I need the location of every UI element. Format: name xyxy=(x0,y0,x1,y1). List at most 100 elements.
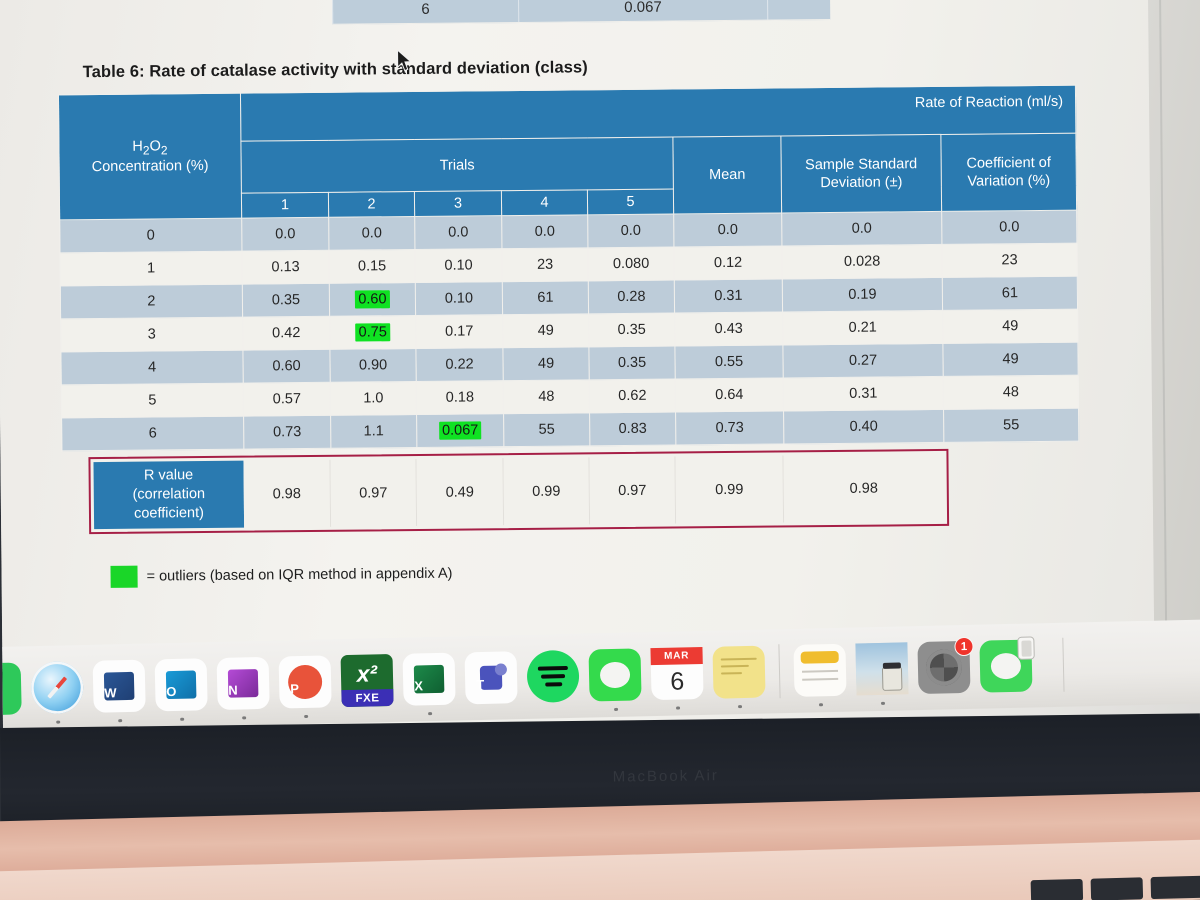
cell-trial-5: 0.62 xyxy=(589,379,676,413)
app-glyph-icon: X xyxy=(403,653,456,706)
app-initial-label: T xyxy=(476,676,485,693)
cell-trial-4: 49 xyxy=(502,313,589,348)
sticky-note-lines-icon xyxy=(720,657,757,675)
cell-trial-1: 0.73 xyxy=(243,415,331,450)
icon-shape xyxy=(537,666,568,671)
laptop-screen: 6 0.067 Table 6: Rate of catalase activit… xyxy=(0,0,1200,738)
finder-dock-icon[interactable] xyxy=(0,662,22,716)
header-cv-text: Coefficient of Variation (%) xyxy=(966,154,1051,190)
cell-trial-3: 0.22 xyxy=(415,347,504,382)
microsoft-outlook-dock-icon[interactable]: O xyxy=(154,658,208,721)
microsoft-teams-dock-icon[interactable]: T xyxy=(464,651,518,705)
app-running-indicator xyxy=(56,720,60,724)
cell-mean: 0.0 xyxy=(673,213,782,248)
cell-trial-2: 0.60 xyxy=(329,282,416,317)
dock-separator xyxy=(778,644,781,699)
header-trial-4: 4 xyxy=(501,189,588,216)
icon-shape xyxy=(541,674,566,679)
cell-sample-standard-deviation: 0.31 xyxy=(783,376,944,412)
x-squared-icon: x² xyxy=(356,659,378,687)
microsoft-onenote-dock-icon[interactable]: N xyxy=(216,656,270,720)
r-value-trial-5: 0.97 xyxy=(589,456,677,525)
microsoft-word-dock-icon[interactable]: W xyxy=(92,659,146,723)
cell-coefficient-of-variation: 48 xyxy=(943,375,1079,410)
outlier-legend: = outliers (based on IQR method in appen… xyxy=(110,563,453,588)
icon-shape xyxy=(801,669,839,673)
r-value-label-line1: R value xyxy=(143,466,194,484)
calendar-dock-icon[interactable]: MAR 6 xyxy=(650,646,704,710)
header-sd-text: Sample Standard Deviation (±) xyxy=(805,156,918,192)
cell-trial-1: 0.60 xyxy=(242,349,331,384)
r-value-trial-4: 0.99 xyxy=(503,457,591,526)
cell-mean: 0.12 xyxy=(673,246,783,281)
microsoft-powerpoint-dock-icon[interactable]: P xyxy=(278,655,332,719)
spotify-waves-icon xyxy=(526,650,579,703)
app-glyph-icon: N xyxy=(217,657,270,710)
legend-green-swatch xyxy=(110,565,138,588)
microsoft-excel-dock-icon[interactable]: X xyxy=(402,652,456,716)
previous-row-cell: 6 xyxy=(332,0,519,24)
cell-mean: 0.43 xyxy=(674,312,783,347)
cell-trial-5: 0.28 xyxy=(588,280,675,314)
cell-trial-2: 0.15 xyxy=(328,249,416,284)
cell-mean: 0.31 xyxy=(674,279,783,314)
app-running-indicator xyxy=(880,701,885,705)
system-settings-dock-icon[interactable]: 1 xyxy=(917,636,974,695)
calendar-day-number: 6 xyxy=(669,666,685,696)
cell-trial-5: 0.35 xyxy=(588,313,675,347)
app-running-indicator xyxy=(818,702,823,707)
app-running-indicator xyxy=(428,711,432,716)
header-trial-1: 1 xyxy=(241,192,329,219)
icon-shape xyxy=(721,672,742,675)
table-head: H2O2 Concentration (%) Rate of Reaction … xyxy=(58,85,1077,221)
graphing-calculator-fxe-dock-icon[interactable]: x² FXE xyxy=(340,653,394,708)
header-trial-3: 3 xyxy=(414,190,502,217)
cell-sample-standard-deviation: 0.21 xyxy=(782,310,943,346)
app-glyph-icon: W xyxy=(93,660,146,713)
r-value-trial-3: 0.49 xyxy=(416,458,505,526)
keyboard-key xyxy=(1150,875,1200,900)
cell-sample-standard-deviation: 0.40 xyxy=(783,409,944,445)
reminders-header-icon xyxy=(800,650,839,664)
outlier-highlight: 0.60 xyxy=(355,290,390,309)
r-value-label-line2: (correlation xyxy=(132,485,206,503)
cell-trial-4: 55 xyxy=(503,412,590,447)
messages-dock-icon[interactable] xyxy=(588,648,642,711)
app-initial-label: W xyxy=(104,685,117,701)
cell-concentration: 6 xyxy=(61,416,244,452)
fxe-label: FXE xyxy=(341,688,394,708)
gear-icon xyxy=(925,649,963,686)
cell-trial-1: 0.35 xyxy=(242,283,330,318)
outlier-highlight: 0.067 xyxy=(438,421,482,440)
whatsapp-dock-icon[interactable] xyxy=(979,636,1035,693)
photos-dock-icon[interactable] xyxy=(855,642,909,705)
cell-trial-3: 0.0 xyxy=(414,215,502,250)
cell-coefficient-of-variation: 55 xyxy=(943,408,1079,443)
cell-trial-2: 0.0 xyxy=(328,216,415,251)
reminders-lines-icon xyxy=(801,669,839,681)
cell-trial-5: 0.83 xyxy=(589,412,676,446)
stickies-dock-icon[interactable] xyxy=(712,645,766,709)
icon-shape xyxy=(494,663,508,676)
app-running-indicator xyxy=(180,717,184,721)
legend-label: = outliers (based on IQR method in appen… xyxy=(146,565,453,585)
header-concentration-line2: Concentration (%) xyxy=(91,158,209,176)
cell-trial-2: 1.0 xyxy=(330,381,417,416)
r-value-label-line3: coefficient) xyxy=(133,505,204,522)
cell-trial-1: 0.42 xyxy=(242,316,330,351)
cell-trial-4: 23 xyxy=(501,247,589,282)
cell-sample-standard-deviation: 0.27 xyxy=(782,343,944,379)
icon-shape xyxy=(882,662,901,669)
cell-concentration: 4 xyxy=(60,350,244,386)
cell-trial-4: 48 xyxy=(503,379,590,414)
cell-sample-standard-deviation: 0.0 xyxy=(781,211,942,247)
cell-coefficient-of-variation: 0.0 xyxy=(941,210,1077,245)
cell-trial-3: 0.17 xyxy=(415,314,503,349)
laptop-photo: 6 0.067 Table 6: Rate of catalase activit… xyxy=(0,0,1200,900)
chat-bubble-icon xyxy=(990,652,1022,680)
wall-background xyxy=(1147,0,1200,645)
reminders-dock-icon[interactable] xyxy=(793,643,847,707)
r-value-label: R value (correlation coefficient) xyxy=(93,460,245,530)
safari-dock-icon[interactable] xyxy=(30,661,84,724)
spotify-dock-icon[interactable] xyxy=(526,649,580,703)
